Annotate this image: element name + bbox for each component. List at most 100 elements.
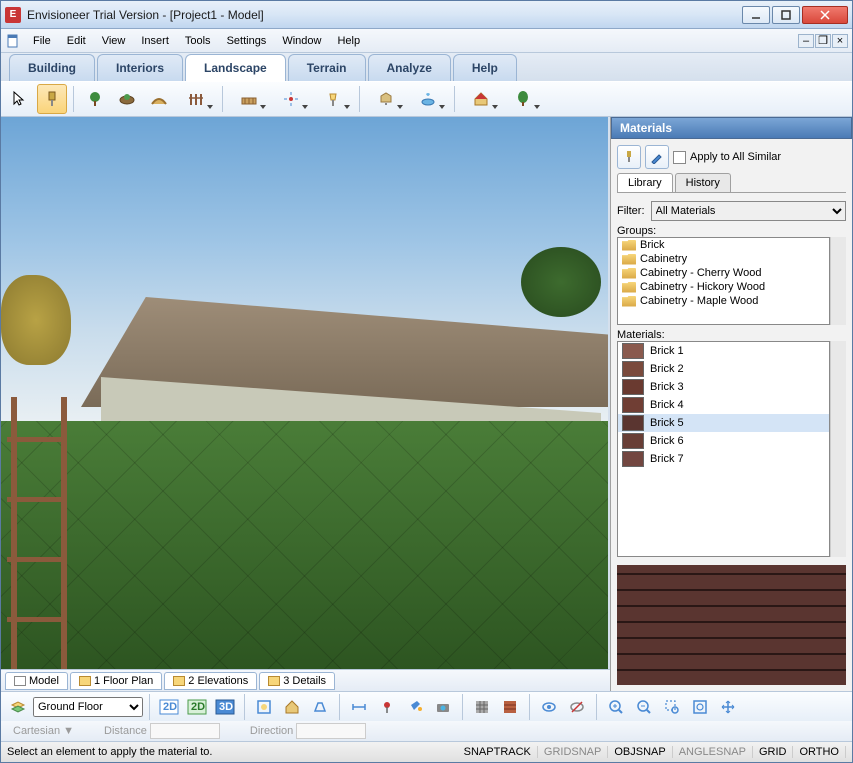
materials-tab-library[interactable]: Library	[617, 173, 673, 192]
ribbon-tab-landscape[interactable]: Landscape	[185, 54, 286, 81]
menu-file[interactable]: File	[25, 33, 59, 49]
3d-view-button[interactable]: 3D	[212, 694, 238, 720]
view-tab-2-elevations[interactable]: 2 Elevations	[164, 672, 257, 690]
ribbon-tabs: BuildingInteriorsLandscapeTerrainAnalyze…	[1, 53, 852, 81]
material-item[interactable]: Brick 2	[618, 360, 829, 378]
paint-bucket-icon[interactable]	[402, 694, 428, 720]
status-toggle-gridsnap[interactable]: GRIDSNAP	[538, 746, 608, 758]
direction-input[interactable]	[296, 723, 366, 739]
zoom-out-icon[interactable]	[631, 694, 657, 720]
mdi-minimize-button[interactable]: –	[798, 34, 814, 48]
group-item[interactable]: Cabinetry - Cherry Wood	[618, 266, 829, 280]
hide-icon[interactable]	[564, 694, 590, 720]
paint-material-tool[interactable]	[37, 84, 67, 114]
plant-tool[interactable]	[80, 84, 110, 114]
coord-system-label[interactable]: Cartesian	[13, 725, 60, 737]
group-item[interactable]: Brick	[618, 238, 829, 252]
group-item[interactable]: Cabinetry	[618, 252, 829, 266]
materials-panel-title: Materials	[611, 117, 852, 139]
structure-tool[interactable]	[461, 84, 501, 114]
ribbon-tab-help[interactable]: Help	[453, 54, 517, 81]
paintbrush-icon[interactable]	[617, 145, 641, 169]
materials-label: Materials:	[617, 329, 846, 341]
edging-tool[interactable]	[144, 84, 174, 114]
tree-tool[interactable]	[503, 84, 543, 114]
status-toggle-anglesnap[interactable]: ANGLESNAP	[673, 746, 753, 758]
ribbon-tab-analyze[interactable]: Analyze	[368, 54, 451, 81]
furniture-tool[interactable]	[366, 84, 406, 114]
ribbon-tab-building[interactable]: Building	[9, 54, 95, 81]
zoom-window-icon[interactable]	[659, 694, 685, 720]
group-item[interactable]: Cabinetry - Hickory Wood	[618, 280, 829, 294]
zoom-fit-icon[interactable]	[687, 694, 713, 720]
statusbar: Select an element to apply the material …	[1, 741, 852, 762]
svg-text:2D: 2D	[163, 701, 177, 713]
floor-selector[interactable]: Ground Floor	[33, 697, 143, 717]
ribbon-tab-terrain[interactable]: Terrain	[288, 54, 366, 81]
menu-edit[interactable]: Edit	[59, 33, 94, 49]
distance-input[interactable]	[150, 723, 220, 739]
garden-bed-tool[interactable]	[112, 84, 142, 114]
groups-label: Groups:	[617, 225, 656, 237]
mdi-restore-button[interactable]: ❐	[815, 34, 831, 48]
lighting-tool[interactable]	[313, 84, 353, 114]
home-view-icon[interactable]	[279, 694, 305, 720]
3d-viewport[interactable]	[1, 117, 610, 669]
camera-icon[interactable]	[430, 694, 456, 720]
menu-help[interactable]: Help	[329, 33, 368, 49]
mdi-close-button[interactable]: ×	[832, 34, 848, 48]
status-toggle-objsnap[interactable]: OBJSNAP	[608, 746, 672, 758]
deck-tool[interactable]	[229, 84, 269, 114]
zoom-extents-icon[interactable]	[251, 694, 277, 720]
materials-tab-history[interactable]: History	[675, 173, 731, 192]
menu-view[interactable]: View	[94, 33, 134, 49]
view-tab-1-floor-plan[interactable]: 1 Floor Plan	[70, 672, 162, 690]
pan-icon[interactable]	[715, 694, 741, 720]
fence-tool[interactable]	[176, 84, 216, 114]
texture-icon[interactable]	[469, 694, 495, 720]
material-item[interactable]: Brick 1	[618, 342, 829, 360]
select-tool[interactable]	[5, 84, 35, 114]
group-item[interactable]: Cabinetry - Maple Wood	[618, 294, 829, 308]
ribbon-tab-interiors[interactable]: Interiors	[97, 54, 183, 81]
groups-scrollbar[interactable]	[830, 237, 846, 325]
material-library-icon[interactable]	[497, 694, 523, 720]
materials-scrollbar[interactable]	[830, 341, 846, 557]
materials-list[interactable]: Brick 1Brick 2Brick 3Brick 4Brick 5Brick…	[617, 341, 830, 557]
dimension-icon[interactable]	[346, 694, 372, 720]
status-toggle-grid[interactable]: GRID	[753, 746, 794, 758]
menu-tools[interactable]: Tools	[177, 33, 219, 49]
view-tabs: Model1 Floor Plan2 Elevations3 Details	[1, 669, 610, 691]
zoom-in-icon[interactable]	[603, 694, 629, 720]
minimize-button[interactable]	[742, 6, 770, 24]
layers-icon[interactable]	[5, 694, 31, 720]
menu-insert[interactable]: Insert	[133, 33, 177, 49]
material-item[interactable]: Brick 7	[618, 450, 829, 468]
status-toggle-ortho[interactable]: ORTHO	[793, 746, 846, 758]
material-item[interactable]: Brick 6	[618, 432, 829, 450]
show-icon[interactable]	[536, 694, 562, 720]
perspective-icon[interactable]	[307, 694, 333, 720]
menu-settings[interactable]: Settings	[219, 33, 275, 49]
material-item[interactable]: Brick 5	[618, 414, 829, 432]
eyedropper-icon[interactable]	[645, 145, 669, 169]
material-item[interactable]: Brick 4	[618, 396, 829, 414]
2d-view-button[interactable]: 2D	[156, 694, 182, 720]
filter-label: Filter:	[617, 205, 645, 217]
app-icon: E	[5, 7, 21, 23]
groups-list[interactable]: BrickCabinetryCabinetry - Cherry WoodCab…	[617, 237, 830, 325]
view-tab-3-details[interactable]: 3 Details	[259, 672, 335, 690]
filter-select[interactable]: All Materials	[651, 201, 847, 221]
view-tab-model[interactable]: Model	[5, 672, 68, 690]
close-button[interactable]	[802, 6, 848, 24]
pin-icon[interactable]	[374, 694, 400, 720]
status-toggle-snaptrack[interactable]: SNAPTRACK	[458, 746, 538, 758]
apply-all-checkbox[interactable]	[673, 151, 686, 164]
menubar: FileEditViewInsertToolsSettingsWindowHel…	[1, 29, 852, 53]
menu-window[interactable]: Window	[274, 33, 329, 49]
2d-rendered-button[interactable]: 2D	[184, 694, 210, 720]
irrigation-tool[interactable]	[271, 84, 311, 114]
water-feature-tool[interactable]	[408, 84, 448, 114]
maximize-button[interactable]	[772, 6, 800, 24]
material-item[interactable]: Brick 3	[618, 378, 829, 396]
